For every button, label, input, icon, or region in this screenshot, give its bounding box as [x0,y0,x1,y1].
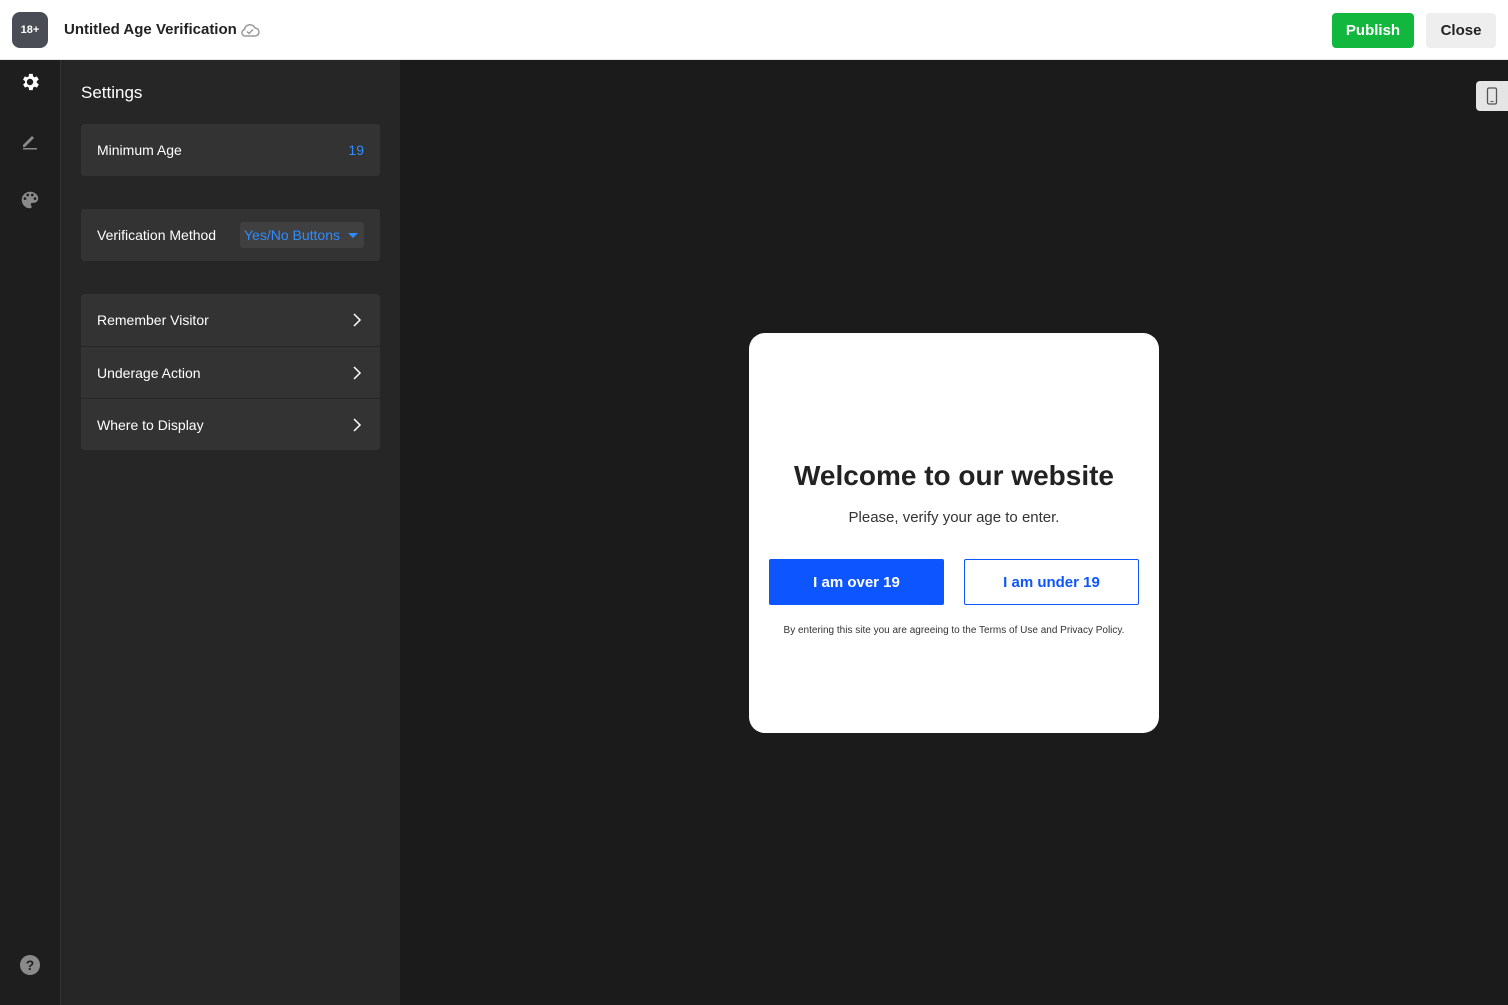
chevron-right-icon [353,417,362,432]
app-badge[interactable]: 18+ [12,12,48,48]
minimum-age-value[interactable]: 19 [348,142,364,158]
settings-panel: Settings Minimum Age 19 Verification Met… [61,60,400,1005]
close-button[interactable]: Close [1426,13,1496,48]
modal-heading: Welcome to our website [794,460,1114,491]
under-age-button[interactable]: I am under 19 [964,559,1139,605]
preview-canvas: Welcome to our website Please, verify yo… [400,60,1508,1005]
remember-visitor-item[interactable]: Remember Visitor [81,294,380,346]
panel-title: Settings [81,83,143,102]
publish-button[interactable]: Publish [1332,13,1414,48]
top-bar: 18+ Untitled Age Verification Publish Cl… [0,0,1508,60]
help-icon[interactable]: ? [20,955,40,975]
gear-icon[interactable] [18,70,42,94]
chevron-right-icon [353,365,362,380]
palette-icon[interactable] [18,188,42,212]
minimum-age-label: Minimum Age [97,142,182,158]
chevron-right-icon [353,313,362,327]
remember-visitor-label: Remember Visitor [97,312,209,328]
caret-down-icon [348,232,358,238]
terms-text: By entering this site you are agreeing t… [783,625,1125,636]
icon-rail: ? [0,60,61,1005]
pencil-icon[interactable] [18,128,42,152]
verification-method-row: Verification Method Yes/No Buttons [81,209,380,261]
verification-method-select[interactable]: Yes/No Buttons [240,222,364,248]
settings-nav-card: Remember Visitor Underage Action Where t… [81,294,380,450]
minimum-age-card: Minimum Age 19 [81,124,380,176]
where-to-display-label: Where to Display [97,416,204,433]
where-to-display-item[interactable]: Where to Display [81,398,380,450]
mobile-device-icon[interactable] [1476,81,1508,111]
cloud-check-icon [241,23,260,37]
age-verification-modal: Welcome to our website Please, verify yo… [749,333,1159,733]
underage-action-item[interactable]: Underage Action [81,346,380,398]
document-title[interactable]: Untitled Age Verification [64,20,237,40]
over-age-button[interactable]: I am over 19 [769,559,944,605]
verification-method-value: Yes/No Buttons [244,227,340,243]
minimum-age-row[interactable]: Minimum Age 19 [81,124,380,176]
verification-method-card: Verification Method Yes/No Buttons [81,209,380,261]
verification-method-label: Verification Method [97,227,217,243]
modal-subheading: Please, verify your age to enter. [848,509,1060,526]
underage-action-label: Underage Action [97,364,201,381]
